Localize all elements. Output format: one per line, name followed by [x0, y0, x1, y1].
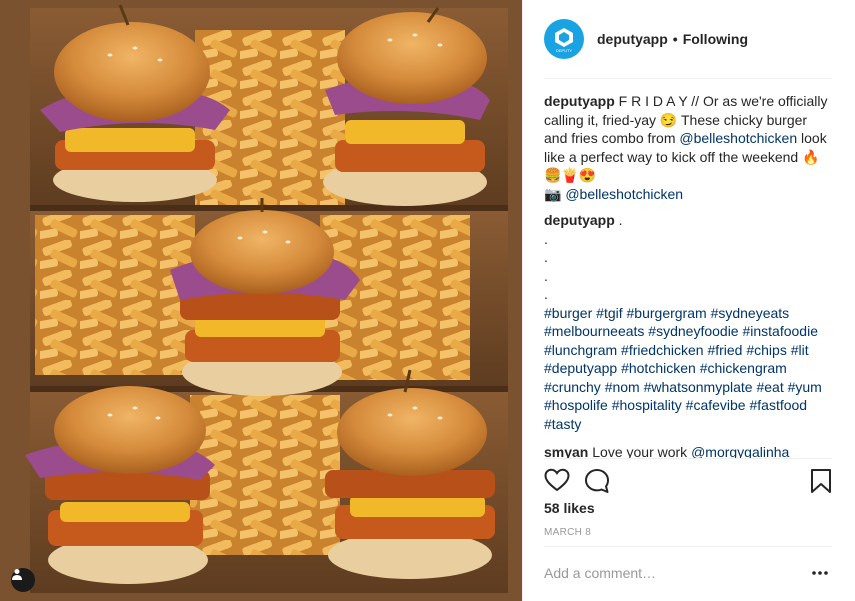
post-photo[interactable] — [0, 0, 522, 601]
hashtag-link[interactable]: #melbourneeats — [544, 323, 644, 339]
hashtag-link[interactable]: #hospitality — [612, 397, 682, 413]
hashtag-link[interactable]: #whatsonmyplate — [644, 379, 753, 395]
action-bar — [544, 464, 832, 500]
hashtag-link[interactable]: #crunchy — [544, 379, 601, 395]
comment: smyan Love your work @morgygalinha — [544, 443, 832, 458]
user-tag-icon — [12, 569, 22, 580]
following-button[interactable]: Following — [683, 31, 748, 47]
hashtag-link[interactable]: #hotchicken — [621, 360, 696, 376]
hashtag-link[interactable]: #friedchicken — [621, 342, 704, 358]
comments-list: deputyapp F R I D A Y // Or as we're off… — [544, 92, 832, 458]
caption-mention-2[interactable]: @belleshotchicken — [565, 186, 683, 202]
header-username[interactable]: deputyapp — [597, 31, 668, 47]
hashtag-list: #burger #tgif #burgergram #sydneyeats #m… — [544, 304, 832, 434]
hashtag-link[interactable]: #chips — [746, 342, 786, 358]
comment-text: Love your work — [592, 444, 688, 458]
comment-bubble-icon[interactable] — [584, 468, 610, 494]
hashtag-link[interactable]: #lit — [791, 342, 809, 358]
avatar[interactable]: DEPUTY — [544, 19, 584, 59]
hashtag-link[interactable]: #lunchgram — [544, 342, 617, 358]
bookmark-icon[interactable] — [810, 468, 832, 494]
post-date[interactable]: MARCH 8 — [544, 527, 591, 538]
header-divider — [544, 78, 832, 79]
hashtag-link[interactable]: #fried — [707, 342, 742, 358]
hashtag-link[interactable]: #chickengram — [700, 360, 787, 376]
hashtag-link[interactable]: #instafoodie — [742, 323, 818, 339]
dot-line: . — [544, 249, 548, 265]
hashtag-link[interactable]: #nom — [605, 379, 640, 395]
hashtag-link[interactable]: #deputyapp — [544, 360, 617, 376]
comment-mention[interactable]: @morgygalinha — [691, 444, 789, 458]
post-header: DEPUTY deputyapp • Following — [523, 0, 855, 78]
hashtag-link[interactable]: #burger — [544, 305, 592, 321]
hashtag-comment: deputyapp . . . . . #burger #tgif #burge… — [544, 211, 832, 433]
hashtag-link[interactable]: #yum — [788, 379, 822, 395]
hashtag-link[interactable]: #burgergram — [627, 305, 707, 321]
dot-line: . — [544, 267, 548, 284]
hashtag-link[interactable]: #sydneyfoodie — [648, 323, 738, 339]
heart-icon[interactable] — [544, 468, 570, 492]
caption: deputyapp F R I D A Y // Or as we're off… — [544, 92, 832, 203]
post-sidebar: DEPUTY deputyapp • Following deputyapp F… — [522, 0, 855, 601]
dot-line: . — [544, 286, 548, 302]
hashtag-comment-first-dot: . — [618, 212, 623, 228]
hashtag-link[interactable]: #fastfood — [749, 397, 807, 413]
deputy-logo-icon: DEPUTY — [555, 28, 573, 53]
actions-divider — [544, 458, 832, 459]
add-comment-input[interactable] — [544, 556, 774, 590]
ellipsis-icon[interactable] — [811, 565, 829, 581]
food-photo-illustration — [0, 0, 522, 601]
camera-icon: 📷 — [544, 185, 562, 202]
hashtag-link[interactable]: #cafevibe — [686, 397, 746, 413]
user-tag-button[interactable] — [11, 568, 35, 592]
hashtag-link[interactable]: #hospolife — [544, 397, 608, 413]
dot-line: . — [544, 230, 548, 247]
hashtag-comment-username[interactable]: deputyapp — [544, 212, 615, 228]
caption-mention-1[interactable]: @belleshotchicken — [679, 130, 797, 146]
add-comment-divider — [544, 546, 832, 547]
hashtag-link[interactable]: #eat — [756, 379, 783, 395]
header-separator: • — [672, 31, 678, 47]
likes-count[interactable]: 58 likes — [544, 500, 595, 516]
hashtag-link[interactable]: #tasty — [544, 416, 581, 432]
comment-username[interactable]: smyan — [544, 444, 588, 458]
caption-username[interactable]: deputyapp — [544, 93, 615, 109]
svg-text:DEPUTY: DEPUTY — [556, 48, 573, 53]
hashtag-link[interactable]: #tgif — [596, 305, 622, 321]
hashtag-link[interactable]: #sydneyeats — [711, 305, 790, 321]
